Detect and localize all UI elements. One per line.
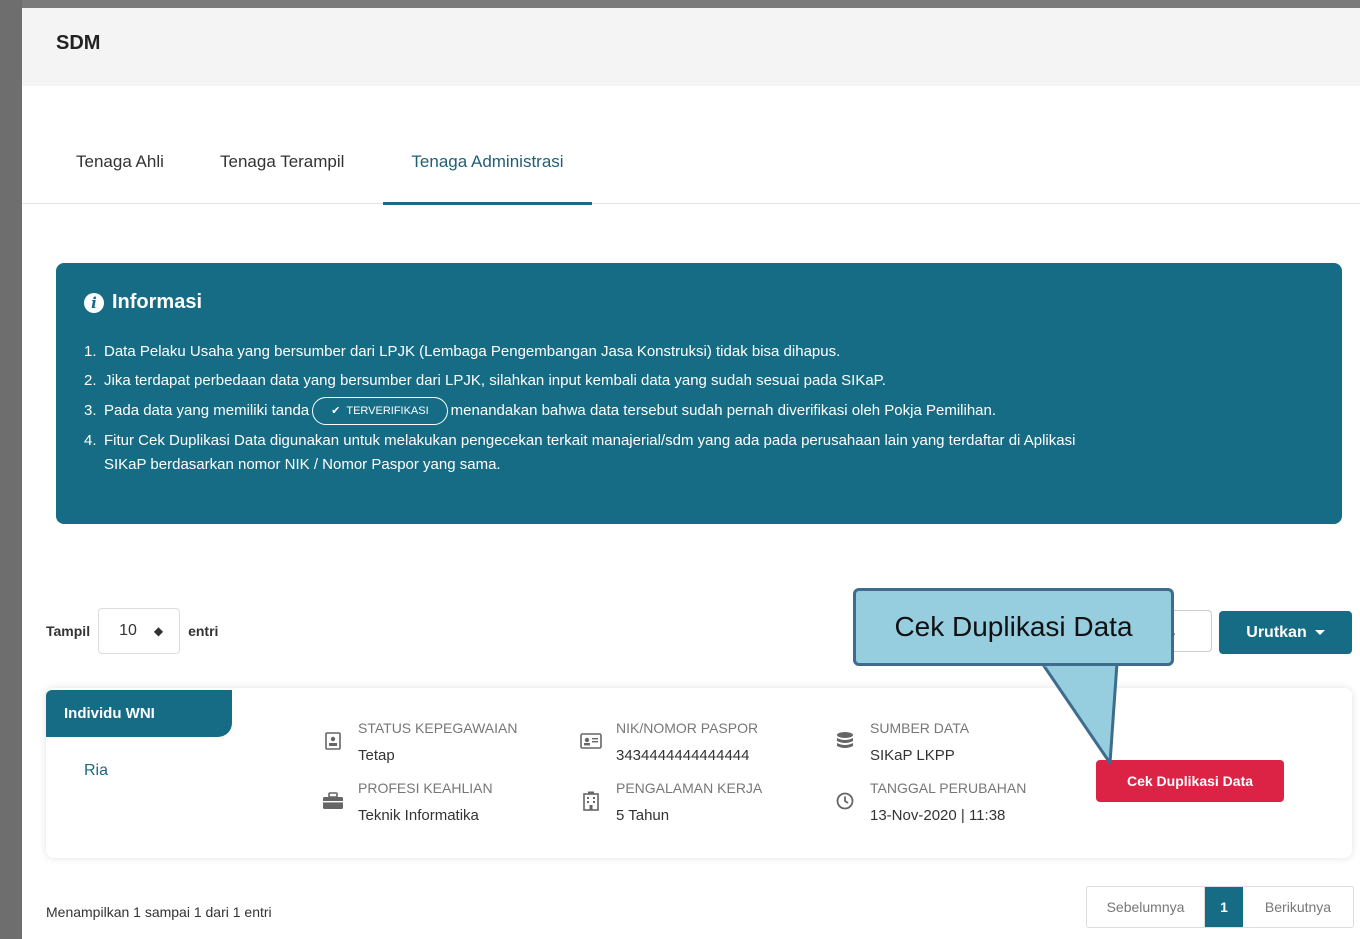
info-item-number: 2. <box>84 372 97 389</box>
check-icon: ✔ <box>331 405 341 417</box>
pagination-previous[interactable]: Sebelumnya <box>1087 887 1205 927</box>
info-item-continuation: SIKaP berdasarkan nomor NIK / Nomor Pasp… <box>104 456 501 473</box>
verified-badge: ✔ TERVERIFIKASI <box>312 397 448 425</box>
page-header: SDM <box>22 8 1360 86</box>
field-label: STATUS KEPEGAWAIAN <box>358 720 518 736</box>
info-panel: i Informasi 1. Data Pelaku Usaha yang ber… <box>56 263 1342 524</box>
page-title: SDM <box>56 32 101 54</box>
field-label: TANGGAL PERUBAHAN <box>870 780 1027 796</box>
caret-down-icon <box>1314 630 1325 635</box>
building-icon <box>580 790 602 812</box>
field-profesi-keahlian: PROFESI KEAHLIAN Teknik Informatika <box>322 778 493 826</box>
field-tanggal-perubahan: TANGGAL PERUBAHAN 13-Nov-2020 | 11:38 <box>834 778 1026 826</box>
field-value: 5 Tahun <box>616 807 670 824</box>
field-sumber-data: SUMBER DATA SIKaP LKPP <box>834 718 969 766</box>
field-value: 13-Nov-2020 | 11:38 <box>870 807 1006 824</box>
pagination-next[interactable]: Berikutnya <box>1243 887 1353 927</box>
field-status-kepegawaian: STATUS KEPEGAWAIAN Tetap <box>322 718 517 766</box>
pagination: Sebelumnya 1 Berikutnya <box>1086 886 1354 928</box>
field-nik: NIK/NOMOR PASPOR 3434444444444444 <box>580 718 758 766</box>
info-item-text: Fitur Cek Duplikasi Data digunakan untuk… <box>104 432 1076 449</box>
card-type-tag: Individu WNI <box>46 690 232 737</box>
info-circle-icon: i <box>84 292 104 313</box>
sort-button-label: Urutkan <box>1246 623 1307 641</box>
window-top-edge <box>0 0 1360 8</box>
info-item-text: menandakan bahwa data tersebut sudah per… <box>450 401 997 419</box>
length-menu: Tampil 10 ◆ entri <box>46 608 218 654</box>
verified-badge-label: TERVERIFIKASI <box>346 405 429 417</box>
id-card-icon <box>322 730 344 752</box>
callout-text: Cek Duplikasi Data <box>894 611 1133 642</box>
info-item-3: 3. Pada data yang memiliki tanda ✔ TERVERIF… <box>84 397 1324 425</box>
database-icon <box>834 730 856 752</box>
info-item-1: 1. Data Pelaku Usaha yang bersumber dari … <box>84 339 1324 365</box>
info-item-number: 4. <box>84 432 97 449</box>
info-title-text: Informasi <box>112 291 203 313</box>
tab-tenaga-terampil[interactable]: Tenaga Terampil <box>220 152 344 204</box>
briefcase-icon <box>322 790 344 812</box>
field-pengalaman-kerja: PENGALAMAN KERJA 5 Tahun <box>580 778 762 826</box>
page-length-value: 10 <box>119 622 137 639</box>
field-label: PROFESI KEAHLIAN <box>358 780 493 796</box>
table-info: Menampilkan 1 sampai 1 dari 1 entri <box>46 904 272 920</box>
sort-button[interactable]: Urutkan <box>1219 611 1352 654</box>
field-label: PENGALAMAN KERJA <box>616 780 763 796</box>
info-item-number: 3. <box>84 401 97 419</box>
pagination-page-1[interactable]: 1 <box>1205 887 1243 927</box>
info-item-text: Data Pelaku Usaha yang bersumber dari LP… <box>104 343 841 360</box>
info-item-4: 4. Fitur Cek Duplikasi Data digunakan unt… <box>84 428 1324 478</box>
info-item-text: Pada data yang memiliki tanda <box>104 401 310 419</box>
field-label: NIK/NOMOR PASPOR <box>616 720 759 736</box>
tab-tenaga-administrasi[interactable]: Tenaga Administrasi <box>383 152 592 205</box>
callout-pointer <box>1040 663 1119 765</box>
info-heading: i Informasi <box>84 291 202 314</box>
tab-bar: Tenaga Ahli Tenaga Terampil Tenaga Admin… <box>22 142 1360 205</box>
field-value: 3434444444444444 <box>616 747 750 764</box>
clock-icon <box>834 790 856 812</box>
window-left-edge <box>0 0 22 939</box>
callout-annotation: Cek Duplikasi Data <box>853 588 1174 666</box>
updown-caret-icon: ◆ <box>153 624 164 638</box>
id-badge-icon <box>580 730 602 752</box>
length-prefix: Tampil <box>46 623 91 639</box>
main-content: SDM Tenaga Ahli Tenaga Terampil Tenaga A… <box>22 8 1360 939</box>
field-value: Teknik Informatika <box>358 807 479 824</box>
field-value: SIKaP LKPP <box>870 747 955 764</box>
info-item-2: 2. Jika terdapat perbedaan data yang bers… <box>84 368 1324 394</box>
length-suffix: entri <box>188 623 219 639</box>
info-item-number: 1. <box>84 343 97 360</box>
person-name[interactable]: Ria <box>84 762 108 780</box>
info-list: 1. Data Pelaku Usaha yang bersumber dari … <box>84 339 1324 481</box>
page-length-select[interactable]: 10 ◆ <box>98 608 181 654</box>
field-value: Tetap <box>358 747 395 764</box>
field-label: SUMBER DATA <box>870 720 970 736</box>
tab-tenaga-ahli[interactable]: Tenaga Ahli <box>76 152 164 204</box>
info-item-text: Jika terdapat perbedaan data yang bersum… <box>104 372 886 389</box>
